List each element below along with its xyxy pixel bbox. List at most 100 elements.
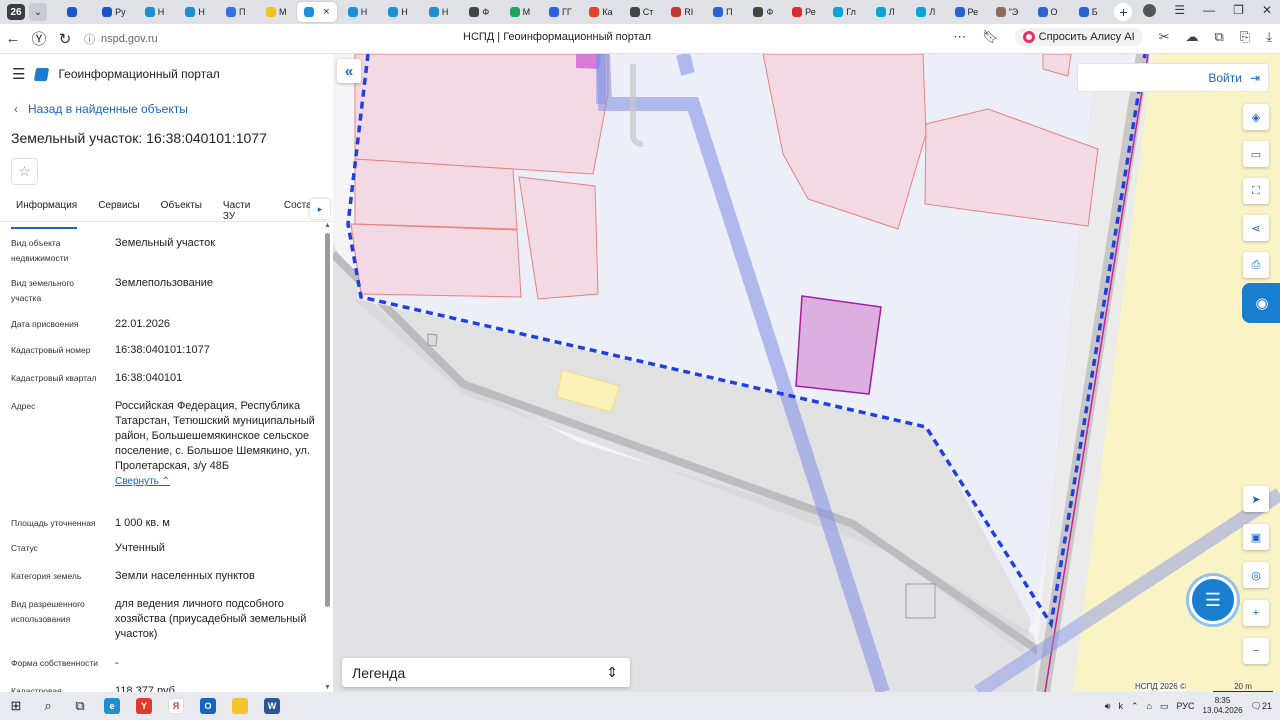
task-view-icon[interactable]: ⧉: [64, 692, 96, 720]
share-icon[interactable]: ⋖: [1243, 215, 1269, 241]
tab-menu-chevron-icon[interactable]: ⌄: [29, 3, 47, 21]
site-info-icon[interactable]: ⓘ: [84, 31, 95, 47]
yandex-icon[interactable]: Я: [160, 692, 192, 720]
browser-tab[interactable]: RI: [662, 2, 703, 22]
browser-tab[interactable]: Гл: [824, 2, 865, 22]
maximize-icon[interactable]: ❐: [1233, 3, 1244, 17]
battery-icon[interactable]: ▭: [1160, 701, 1169, 712]
profile-icon[interactable]: [1143, 3, 1157, 17]
object-title: Земельный участок: 16:38:040101:1077: [11, 130, 267, 146]
favorite-star-icon[interactable]: ☆: [11, 158, 38, 185]
bookmark-icon[interactable]: 🔖︎: [982, 29, 999, 45]
browser-tab[interactable]: Ру: [94, 2, 135, 22]
geolocation-icon[interactable]: ➤: [1243, 486, 1269, 512]
volume-icon[interactable]: 🔊︎: [1105, 701, 1111, 712]
browser-tab[interactable]: М: [256, 2, 297, 22]
address-value-block: Российская Федерация, Республика Татарст…: [115, 399, 319, 489]
yandex-icon[interactable]: Ⓨ: [26, 28, 52, 49]
collections-icon[interactable]: ⎘: [1240, 29, 1250, 45]
browser-tab[interactable]: Ре: [946, 2, 987, 22]
word-icon[interactable]: W: [256, 692, 288, 720]
zoom-out-icon[interactable]: −: [1243, 638, 1269, 664]
browser-tab[interactable]: [53, 2, 94, 22]
browser-tab[interactable]: Ре: [784, 2, 825, 22]
back-arrow-icon[interactable]: ←: [0, 30, 26, 47]
cadastral-quarter-value[interactable]: 16:38:040101: [115, 371, 319, 386]
browser-tab[interactable]: Ст: [621, 2, 662, 22]
language-indicator[interactable]: РУС: [1176, 701, 1194, 711]
browser-tab[interactable]: Ф: [459, 2, 500, 22]
scrollbar-thumb[interactable]: [325, 233, 330, 607]
hamburger-menu-icon[interactable]: ☰: [12, 65, 25, 83]
location-pin-icon[interactable]: ◎: [1243, 562, 1269, 588]
reload-icon[interactable]: ↻: [52, 30, 78, 48]
basemap-icon[interactable]: ▣: [1243, 524, 1269, 550]
tab-label: Ру: [115, 7, 126, 17]
sidebar-scrollbar[interactable]: ▲ ▼: [324, 222, 331, 692]
browser-tab[interactable]: М: [500, 2, 541, 22]
system-tray: 🔊︎ k ⌃ ⌂ ▭ РУС 8:35 13.04.2026 🗨︎21: [1105, 692, 1272, 720]
close-tab-icon[interactable]: ×: [323, 6, 329, 18]
browser-tab[interactable]: Ф: [743, 2, 784, 22]
print-icon[interactable]: ⎙: [1243, 252, 1269, 278]
kaspersky-icon[interactable]: k: [1118, 701, 1123, 711]
browser-tab[interactable]: ГГ: [540, 2, 581, 22]
map-canvas[interactable]: [333, 54, 1280, 692]
tabs-scroll-right-icon[interactable]: ▸: [310, 199, 330, 219]
browser-tab[interactable]: Ка: [581, 2, 622, 22]
download-icon[interactable]: ⤓: [1266, 29, 1272, 45]
scroll-down-icon[interactable]: ▼: [324, 684, 331, 691]
minimize-icon[interactable]: —: [1203, 3, 1215, 17]
ruler-icon[interactable]: ▭: [1243, 141, 1269, 167]
layers-icon[interactable]: ◈: [1243, 104, 1269, 130]
cadastral-number-value[interactable]: 16:38:040101:1077: [115, 343, 319, 358]
browser-tab[interactable]: Л: [865, 2, 906, 22]
browser-tab[interactable]: "Э: [987, 2, 1028, 22]
outlook-icon[interactable]: O: [192, 692, 224, 720]
browser-tab[interactable]: Н: [378, 2, 419, 22]
collapse-link[interactable]: Свернуть ⌃: [115, 474, 319, 489]
collapse-sidebar-icon[interactable]: «: [337, 59, 361, 83]
tab-favicon-icon: [304, 7, 315, 17]
yandex-browser-icon[interactable]: Y: [128, 692, 160, 720]
assistant-icon[interactable]: ◉: [1242, 283, 1280, 323]
clock[interactable]: 8:35 13.04.2026: [1203, 696, 1243, 716]
new-tab-button[interactable]: +: [1114, 3, 1133, 21]
start-icon[interactable]: ⊞: [0, 692, 32, 720]
extensions-icon[interactable]: ⧉: [1215, 29, 1224, 45]
browser-tab[interactable]: Н: [134, 2, 175, 22]
ask-alice-button[interactable]: Спросить Алису AI: [1014, 28, 1143, 46]
browser-tab[interactable]: Н: [337, 2, 378, 22]
browser-tab[interactable]: Н: [175, 2, 216, 22]
browser-tab[interactable]: О: [1027, 2, 1068, 22]
legend-button[interactable]: Легенда ⇕: [342, 658, 630, 687]
browser-tab[interactable]: П: [215, 2, 256, 22]
scroll-up-icon[interactable]: ▲: [324, 222, 331, 229]
edge-icon[interactable]: e: [96, 692, 128, 720]
search-icon[interactable]: ⌕: [32, 692, 64, 720]
url-domain[interactable]: ⓘ nspd.gov.ru: [84, 31, 158, 47]
notifications-icon[interactable]: 🗨︎21: [1251, 701, 1272, 712]
select-area-icon[interactable]: ⛶: [1243, 178, 1269, 204]
browser-tab[interactable]: Б: [1068, 2, 1109, 22]
file-explorer-icon[interactable]: [224, 692, 256, 720]
browser-tab[interactable]: Н: [418, 2, 459, 22]
chat-icon[interactable]: ☰: [1189, 576, 1237, 624]
menu-icon[interactable]: ☰: [1174, 3, 1185, 17]
tools-icon[interactable]: ✂: [1159, 29, 1170, 45]
more-icon[interactable]: ⋯: [953, 29, 966, 45]
browser-tab[interactable]: Л: [905, 2, 946, 22]
network-icon[interactable]: ⌂: [1147, 701, 1152, 711]
close-icon[interactable]: ✕: [1262, 3, 1272, 17]
back-to-results-link[interactable]: ‹ Назад в найденные объекты: [14, 102, 188, 116]
browser-tab[interactable]: П: [703, 2, 744, 22]
map-view[interactable]: « Войти ⇥ ◈ ▭ ⛶ ⋖ ⎙ ◉ ➤ ▣ ◎ + − ☰ Легенд…: [333, 54, 1280, 692]
tab-count-badge[interactable]: 26: [7, 4, 25, 20]
property-label: Кадастровая: [11, 686, 62, 692]
login-button[interactable]: Войти ⇥: [1077, 63, 1269, 92]
browser-tab[interactable]: ×: [296, 2, 338, 22]
tab-label: Ка: [602, 7, 613, 17]
zoom-in-icon[interactable]: +: [1243, 600, 1269, 626]
cloud-icon[interactable]: ☁: [1186, 29, 1199, 45]
chevron-up-icon[interactable]: ⌃: [1131, 701, 1139, 712]
